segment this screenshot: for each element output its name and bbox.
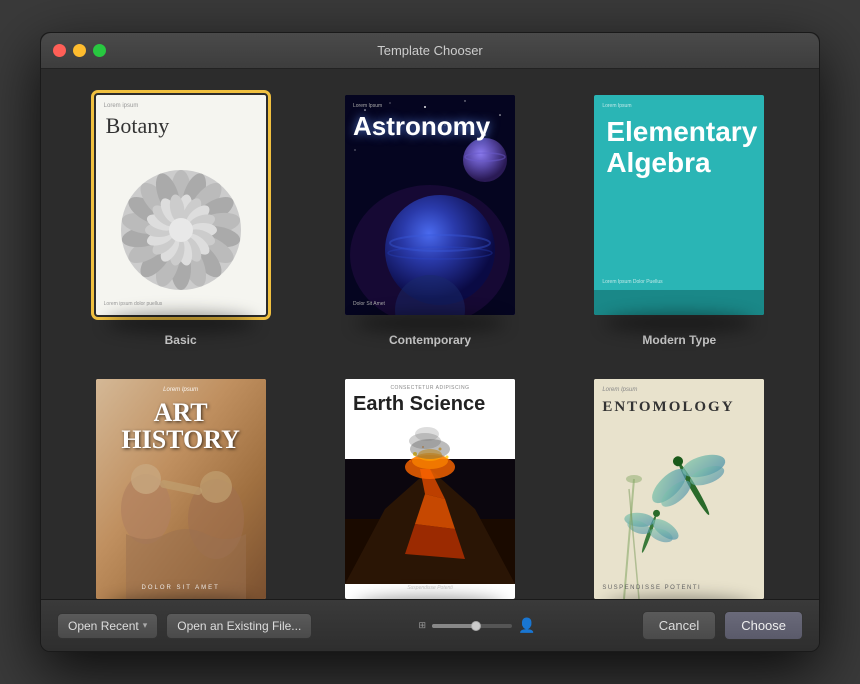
zoom-small-icon: ⊞: [419, 620, 427, 631]
zoom-slider-thumb: [471, 621, 481, 631]
template-item-entomology[interactable]: Lorem Ipsum ENTOMOLOGY SUSPENDISSE POTEN…: [570, 373, 789, 599]
template-item-botany[interactable]: Lorem ipsum Botany: [71, 89, 290, 353]
entomology-top-text: Lorem Ipsum: [602, 387, 637, 393]
arthistory-title: ARTHISTORY: [121, 399, 240, 454]
maximize-button[interactable]: [93, 44, 106, 57]
template-item-earthscience[interactable]: CONSECTETUR ADIPISCING Earth Science Sus…: [320, 373, 539, 599]
cover-wrapper-arthistory: Lorem Ipsum ARTHISTORY DOLOR SIT AMET: [96, 379, 266, 599]
astronomy-footer: Dolor Sit Amet: [353, 301, 385, 307]
content-area: Lorem ipsum Botany: [41, 69, 819, 599]
cover-wrapper-entomology: Lorem Ipsum ENTOMOLOGY SUSPENDISSE POTEN…: [594, 379, 764, 599]
cover-arthistory: Lorem Ipsum ARTHISTORY DOLOR SIT AMET: [96, 379, 266, 599]
astronomy-top-text: Lorem Ipsum: [353, 103, 382, 109]
algebra-top-text: Lorem Ipsum: [602, 103, 631, 109]
open-existing-label: Open an Existing File...: [177, 619, 301, 633]
template-item-algebra[interactable]: Lorem Ipsum Elementary Algebra Lorem Ips…: [570, 89, 789, 353]
earthscience-top-text: CONSECTETUR ADIPISCING: [390, 385, 469, 391]
chevron-down-icon: ▾: [143, 620, 148, 631]
cover-wrapper-algebra: Lorem Ipsum Elementary Algebra Lorem Ips…: [594, 95, 764, 315]
cancel-button[interactable]: Cancel: [642, 611, 716, 640]
zoom-slider[interactable]: [432, 624, 512, 628]
choose-button[interactable]: Choose: [724, 611, 803, 640]
template-grid: Lorem ipsum Botany: [71, 89, 789, 599]
open-recent-button[interactable]: Open Recent ▾: [57, 613, 158, 639]
arthistory-footer: DOLOR SIT AMET: [142, 585, 220, 591]
cover-wrapper-earthscience: CONSECTETUR ADIPISCING Earth Science Sus…: [345, 379, 515, 599]
close-button[interactable]: [53, 44, 66, 57]
zoom-slider-fill: [432, 624, 476, 628]
cover-botany: Lorem ipsum Botany: [96, 95, 266, 315]
algebra-bottom-bar: [594, 290, 764, 315]
botany-footer: Lorem ipsum dolor puellus: [104, 301, 163, 307]
open-existing-button[interactable]: Open an Existing File...: [166, 613, 312, 639]
titlebar: Template Chooser: [41, 33, 819, 69]
window-controls: [53, 44, 106, 57]
earthscience-footer: Suspendisse Potenti: [407, 585, 453, 591]
zoom-control: ⊞ 👤: [419, 617, 536, 634]
earthscience-title: Earth Science: [353, 393, 507, 415]
botany-top-text: Lorem ipsum: [104, 103, 139, 109]
template-chooser-window: Template Chooser Lorem ipsum Botany: [40, 32, 820, 652]
cover-entomology: Lorem Ipsum ENTOMOLOGY SUSPENDISSE POTEN…: [594, 379, 764, 599]
template-label-algebra: Modern Type: [642, 333, 716, 347]
template-label-botany: Basic: [165, 333, 197, 347]
open-recent-label: Open Recent: [68, 619, 139, 633]
arthistory-top-text: Lorem Ipsum: [163, 387, 198, 393]
template-item-astronomy[interactable]: Lorem Ipsum Astronomy Dolor Sit Amet Con…: [320, 89, 539, 353]
template-label-astronomy: Contemporary: [389, 333, 471, 347]
algebra-title: Elementary Algebra: [606, 117, 752, 179]
toolbar: Open Recent ▾ Open an Existing File... ⊞…: [41, 599, 819, 651]
window-title: Template Chooser: [377, 43, 483, 58]
person-icon: 👤: [518, 617, 535, 634]
choose-label: Choose: [741, 618, 786, 633]
cover-wrapper-botany: Lorem ipsum Botany: [96, 95, 266, 315]
entomology-title: ENTOMOLOGY: [602, 399, 734, 416]
entomology-footer: SUSPENDISSE POTENTI: [602, 585, 701, 591]
template-item-arthistory[interactable]: Lorem Ipsum ARTHISTORY DOLOR SIT AMET Cl…: [71, 373, 290, 599]
cover-astronomy: Lorem Ipsum Astronomy Dolor Sit Amet: [345, 95, 515, 315]
botany-title: Botany: [106, 113, 170, 139]
minimize-button[interactable]: [73, 44, 86, 57]
cover-wrapper-astronomy: Lorem Ipsum Astronomy Dolor Sit Amet: [345, 95, 515, 315]
botany-flower-art: [116, 165, 246, 295]
algebra-footer: Lorem Ipsum Dolor Puellus: [602, 279, 662, 285]
astronomy-title: Astronomy: [353, 111, 490, 142]
cover-algebra: Lorem Ipsum Elementary Algebra Lorem Ips…: [594, 95, 764, 315]
cover-earthscience: CONSECTETUR ADIPISCING Earth Science Sus…: [345, 379, 515, 599]
cancel-label: Cancel: [659, 618, 699, 633]
